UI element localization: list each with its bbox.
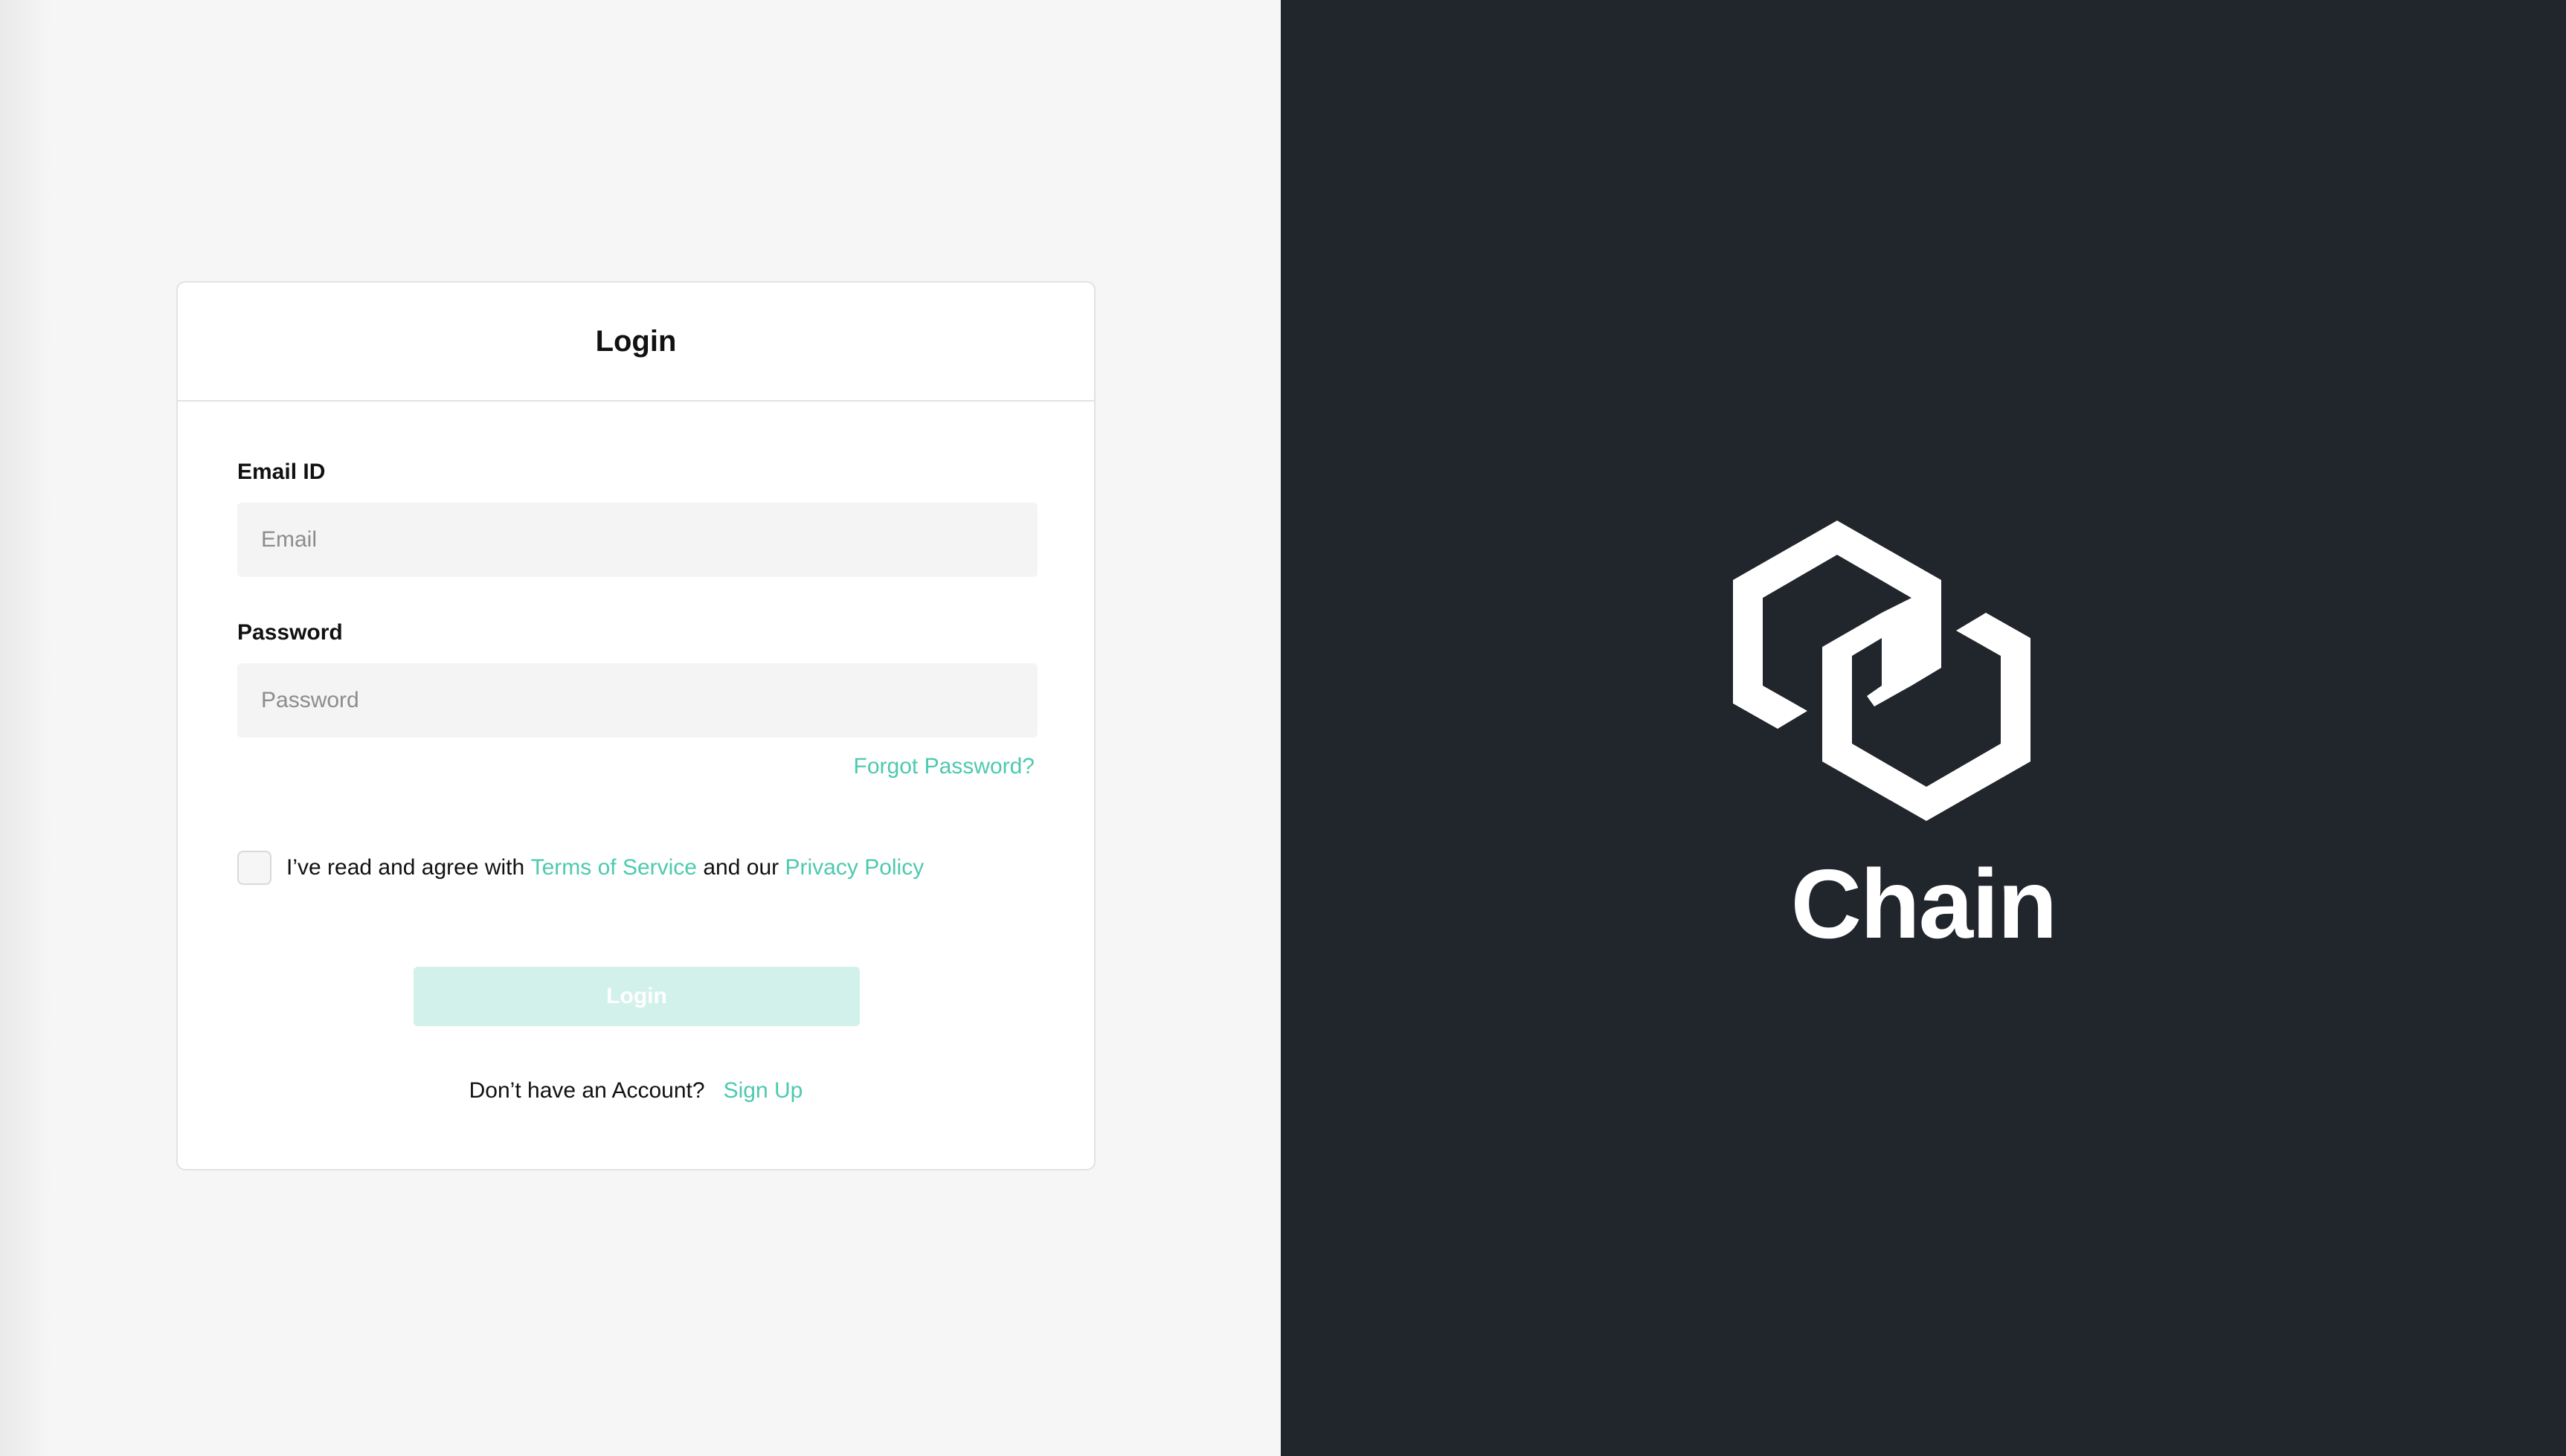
password-label: Password [237, 620, 343, 645]
signup-row: Don’t have an Account? Sign Up [178, 1078, 1094, 1104]
agreement-middle: and our [703, 855, 779, 880]
login-button[interactable]: Login [414, 967, 860, 1026]
privacy-policy-link[interactable]: Privacy Policy [785, 855, 925, 880]
chain-logo-icon [1733, 521, 2030, 821]
email-input[interactable] [237, 503, 1038, 577]
edge-shadow [0, 0, 52, 1456]
agree-checkbox[interactable] [237, 851, 271, 885]
signup-prompt: Don’t have an Account? [469, 1078, 705, 1103]
login-card: Login Email ID Password Forgot Password?… [176, 281, 1096, 1170]
forgot-password-link[interactable]: Forgot Password? [854, 754, 1035, 779]
password-input[interactable] [237, 663, 1038, 738]
login-pane: Login Email ID Password Forgot Password?… [0, 0, 1281, 1456]
brand-block: Chain [1281, 0, 2566, 1456]
agreement-row: I’ve read and agree with Terms of Servic… [237, 851, 924, 885]
card-title: Login [595, 324, 677, 358]
terms-of-service-link[interactable]: Terms of Service [531, 855, 697, 880]
agreement-prefix: I’ve read and agree with [286, 855, 525, 880]
brand-name: Chain [1790, 849, 2058, 959]
email-label: Email ID [237, 460, 326, 484]
sign-up-link[interactable]: Sign Up [724, 1078, 803, 1103]
login-page: Login Email ID Password Forgot Password?… [0, 0, 2566, 1456]
card-header: Login [178, 283, 1094, 402]
brand-pane: Chain [1281, 0, 2566, 1456]
